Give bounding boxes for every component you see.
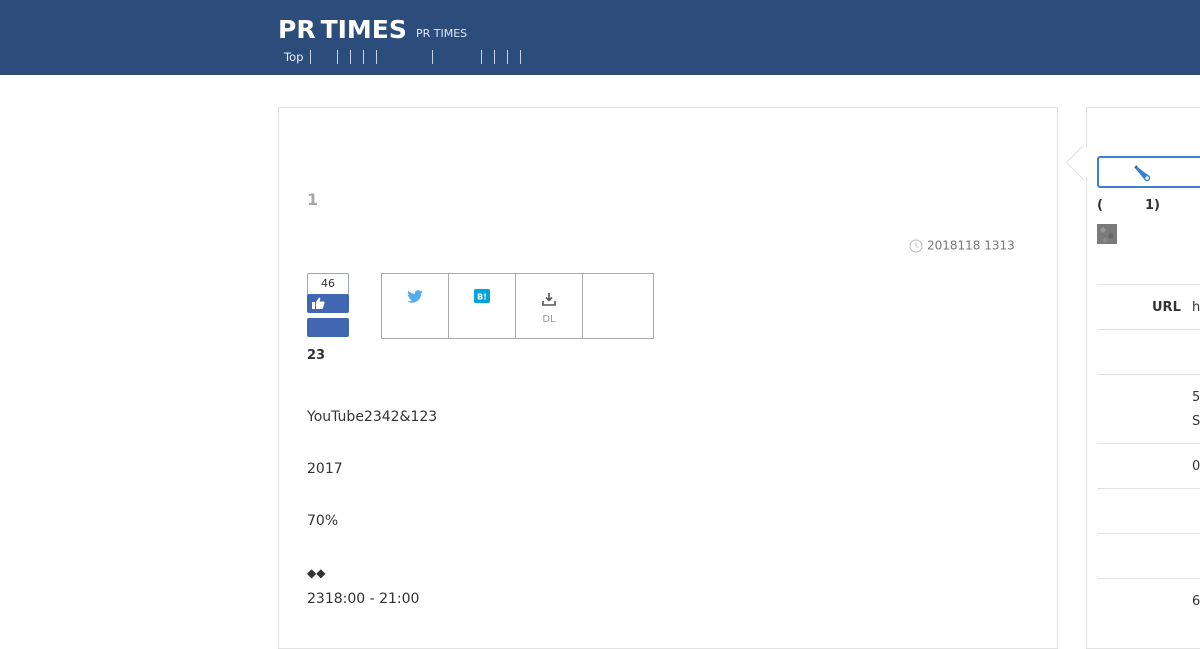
sidebar-value: S <box>1192 414 1200 429</box>
sidebar-divider <box>1097 533 1200 534</box>
nav-separator <box>432 50 433 64</box>
sidebar-value: 5 <box>1192 390 1200 405</box>
nav-item-top[interactable]: Top <box>284 50 303 64</box>
clock-icon <box>909 239 923 252</box>
svg-text:B!: B! <box>477 293 487 302</box>
twitter-icon <box>407 290 423 303</box>
url-label: URL <box>1152 300 1181 315</box>
site-header: PR TIMES PR TIMES Top <box>0 0 1200 75</box>
nav-separator <box>481 50 482 64</box>
nav-separator <box>363 50 364 64</box>
sidebar-divider <box>1097 488 1200 489</box>
body-line: 2017 <box>307 461 343 477</box>
facebook-like-button[interactable] <box>307 294 349 313</box>
sidebar-value: 6 <box>1192 594 1200 609</box>
thumbs-up-icon <box>312 297 325 309</box>
logo-times: TIMES <box>320 15 407 44</box>
sidebar-divider <box>1097 374 1200 375</box>
site-logo[interactable]: PR TIMES <box>278 14 407 46</box>
article-number: 1 <box>307 190 319 209</box>
nav-separator <box>494 50 495 64</box>
article-card <box>278 107 1058 649</box>
like-count-bubble: 46 <box>307 273 349 295</box>
publish-date-text: 2018118 1313 <box>927 238 1015 253</box>
sidebar-divider <box>1097 329 1200 330</box>
facebook-share-button[interactable] <box>307 318 349 337</box>
sidebar-value: 0 <box>1192 459 1200 474</box>
sidebar-divider <box>1097 284 1200 285</box>
sidebar-card <box>1086 107 1200 649</box>
download-icon <box>542 293 556 306</box>
publish-date: 2018118 1313 <box>909 237 1015 253</box>
logo-pr: PR <box>278 15 316 44</box>
company-release-count: 1) <box>1145 198 1160 213</box>
site-subtitle: PR TIMES <box>416 27 468 40</box>
hatena-bookmark-icon: B! <box>474 289 490 303</box>
nav-separator <box>310 50 311 64</box>
nav-separator <box>337 50 338 64</box>
share-buttons: B! DL <box>381 273 654 339</box>
nav-separator <box>520 50 521 64</box>
body-line: YouTube2342&123 <box>307 409 438 425</box>
body-line: 2318:00 - 21:00 <box>307 591 420 607</box>
nav-separator <box>376 50 377 64</box>
sidebar-divider <box>1097 443 1200 444</box>
company-paren-open: ( <box>1097 198 1103 213</box>
share-button-empty[interactable] <box>583 274 651 338</box>
download-label: DL <box>542 314 556 325</box>
search-button[interactable] <box>1097 156 1200 188</box>
download-button[interactable]: DL <box>516 274 583 338</box>
body-line: ◆◆ <box>307 566 326 580</box>
nav-separator <box>350 50 351 64</box>
hatena-bookmark-button[interactable]: B! <box>449 274 516 338</box>
twitter-share-button[interactable] <box>382 274 449 338</box>
company-thumbnail[interactable] <box>1097 224 1117 244</box>
body-line: 70% <box>307 513 339 529</box>
like-total: 23 <box>307 348 326 363</box>
url-value[interactable]: h <box>1192 300 1200 315</box>
megaphone-icon <box>1134 165 1151 182</box>
nav-separator <box>507 50 508 64</box>
sidebar-divider <box>1097 578 1200 579</box>
